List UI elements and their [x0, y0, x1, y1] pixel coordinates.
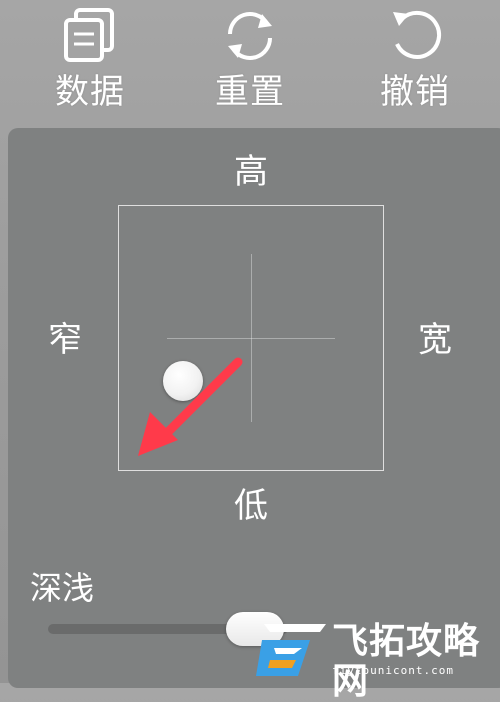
data-icon — [64, 8, 114, 62]
data-button[interactable]: 数据 — [30, 0, 150, 112]
pad-right-label: 宽 — [418, 320, 452, 360]
pad-top-label: 高 — [234, 152, 268, 192]
pad-bottom-label: 低 — [234, 486, 268, 526]
reset-button[interactable]: 重置 — [190, 0, 310, 112]
toolbar: 数据 重置 撤销 — [0, 0, 500, 120]
adjust-panel: 高 窄 宽 低 深浅 — [8, 128, 500, 688]
reset-icon — [228, 12, 272, 60]
undo-button[interactable]: 撤销 — [355, 0, 475, 112]
depth-slider-knob[interactable] — [226, 612, 284, 646]
undo-icon — [393, 10, 442, 59]
position-handle[interactable] — [163, 361, 203, 401]
pad-crosshair-vertical — [251, 254, 252, 422]
reset-button-label: 重置 — [215, 72, 285, 112]
data-button-label: 数据 — [55, 72, 125, 112]
pad-left-label: 窄 — [48, 320, 82, 360]
position-pad[interactable] — [118, 205, 384, 471]
depth-label: 深浅 — [30, 569, 95, 607]
undo-button-label: 撤销 — [380, 72, 450, 112]
